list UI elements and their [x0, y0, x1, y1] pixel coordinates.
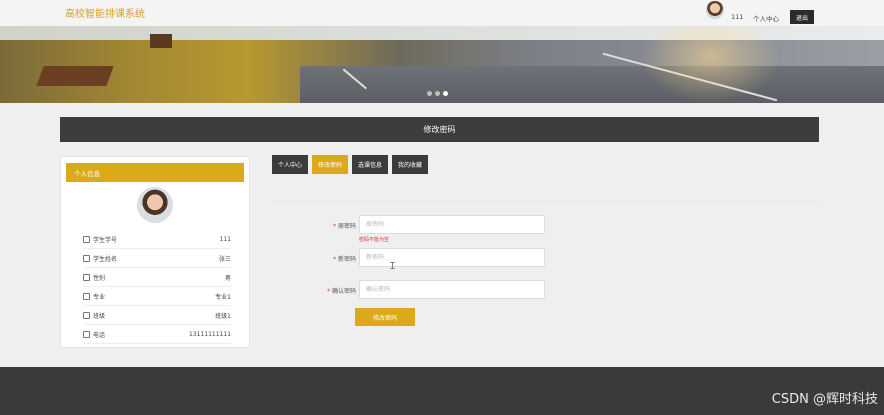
info-label: 学生学号: [93, 236, 118, 244]
info-icon: [83, 311, 90, 319]
logout-button[interactable]: 退出: [790, 10, 814, 24]
info-label: 电话: [93, 331, 106, 339]
personal-info-panel: 个人信息 学生学号 111 学生姓名 张三 性别 男 专业 专业1 班级 班级1…: [60, 156, 250, 348]
new-password-input[interactable]: [359, 248, 545, 267]
info-row-student-id: 学生学号 111: [83, 230, 231, 249]
info-value: 张三: [218, 255, 231, 263]
page-footer: [0, 367, 884, 415]
info-value: 111: [219, 235, 231, 243]
carousel-indicators: [427, 91, 448, 96]
confirm-password-label: * 确认密码: [276, 286, 356, 295]
required-mark: *: [333, 223, 337, 230]
info-row-phone: 电话 13111111111: [83, 325, 231, 344]
site-brand[interactable]: 高校智能排课系统: [65, 5, 145, 20]
page-title: 修改密码: [60, 117, 819, 142]
old-password-error: 密码不能为空: [359, 237, 390, 243]
required-mark: *: [327, 288, 331, 295]
new-password-label: * 新密码: [276, 254, 356, 263]
info-value: 专业1: [215, 293, 231, 301]
info-icon: [83, 254, 90, 262]
info-icon: [83, 292, 90, 300]
old-password-label-text: 原密码: [337, 223, 356, 230]
banner-bench: [36, 66, 114, 86]
info-icon: [83, 273, 90, 281]
info-label: 专业: [93, 293, 106, 301]
confirm-password-label-text: 确认密码: [331, 288, 356, 295]
info-row-major: 专业 专业1: [83, 287, 231, 306]
tab-course-selection[interactable]: 选课信息: [352, 155, 388, 174]
profile-avatar: [137, 187, 173, 223]
watermark: CSDN @辉时科技: [771, 392, 878, 407]
text-cursor-icon: Ｉ: [388, 262, 398, 272]
info-value: 男: [224, 274, 231, 282]
personal-info-header: 个人信息: [66, 163, 244, 182]
new-password-label-text: 新密码: [337, 256, 356, 263]
info-row-student-name: 学生姓名 张三: [83, 249, 231, 268]
change-password-button[interactable]: 修改密码: [355, 308, 415, 326]
banner-court: [300, 66, 884, 103]
top-bar: 高校智能排课系统 111 个人中心 退出: [0, 0, 884, 26]
carousel-dot-3[interactable]: [443, 91, 448, 96]
old-password-label: * 原密码: [276, 221, 356, 230]
info-row-class: 班级 班级1: [83, 306, 231, 325]
tab-my-favorites[interactable]: 我的收藏: [392, 155, 428, 174]
info-label: 学生姓名: [93, 255, 118, 263]
old-password-input[interactable]: [359, 215, 545, 234]
info-value: 13111111111: [189, 330, 231, 338]
info-row-gender: 性别 男: [83, 268, 231, 287]
section-divider: [272, 201, 819, 202]
info-icon: [83, 330, 90, 338]
carousel-dot-2[interactable]: [435, 91, 440, 96]
username-label: 111: [731, 13, 744, 21]
required-mark: *: [333, 256, 337, 263]
tab-personal-center[interactable]: 个人中心: [272, 155, 308, 174]
info-icon: [83, 235, 90, 243]
info-value: 班级1: [215, 312, 231, 320]
info-label: 班级: [93, 312, 106, 320]
banner-bench: [150, 34, 172, 48]
banner-sun-glare: [640, 26, 780, 103]
carousel-dot-1[interactable]: [427, 91, 432, 96]
personal-center-link[interactable]: 个人中心: [753, 13, 779, 23]
user-avatar[interactable]: [706, 1, 724, 19]
info-label: 性别: [93, 274, 106, 282]
confirm-password-input[interactable]: [359, 280, 545, 299]
tab-change-password[interactable]: 修改密码: [312, 155, 348, 174]
